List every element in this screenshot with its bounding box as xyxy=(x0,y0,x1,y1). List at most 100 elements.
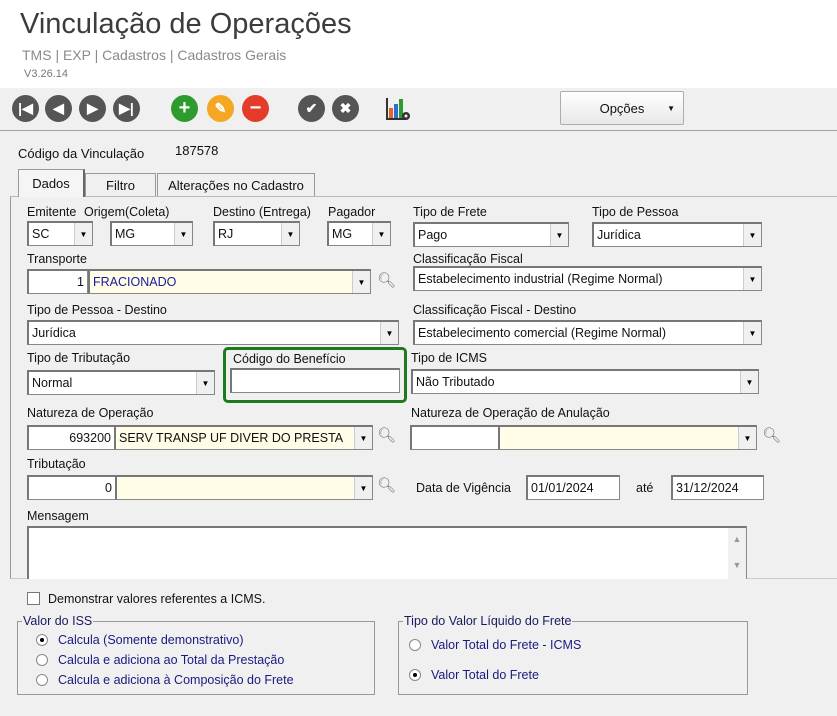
tipo-tributacao-select[interactable]: Normal ▼ xyxy=(27,370,215,395)
vigencia-to-input[interactable]: 31/12/2024 xyxy=(671,475,764,500)
search-icon[interactable]: 🔍︎ xyxy=(377,426,396,444)
vigencia-to-label: até xyxy=(636,481,654,495)
dropdown-arrow-icon[interactable]: ▼ xyxy=(352,271,370,293)
tipo-icms-value: Não Tributado xyxy=(416,375,495,389)
dropdown-arrow-icon[interactable]: ▼ xyxy=(354,477,372,499)
tipo-pessoa-label: Tipo de Pessoa xyxy=(592,205,679,219)
iss-option-1[interactable]: Calcula (Somente demonstrativo) xyxy=(58,633,244,647)
iss-radio-1[interactable] xyxy=(36,634,48,646)
tab-label: Alterações no Cadastro xyxy=(168,178,304,193)
tipo-pessoa-destino-value: Jurídica xyxy=(32,326,76,340)
report-settings-icon[interactable] xyxy=(386,96,412,122)
first-record-icon[interactable]: |◀ xyxy=(12,95,39,122)
edit-pencil-icon[interactable]: ✎ xyxy=(207,95,234,122)
search-icon[interactable]: 🔍︎ xyxy=(377,271,396,289)
options-button[interactable]: Opções ▼ xyxy=(560,91,684,125)
natureza-anulacao-select[interactable]: ▼ xyxy=(498,425,757,450)
next-record-icon[interactable]: ▶ xyxy=(79,95,106,122)
tipo-icms-label: Tipo de ICMS xyxy=(411,351,487,365)
vigencia-label: Data de Vigência xyxy=(416,481,511,495)
tributacao-select[interactable]: ▼ xyxy=(115,475,373,500)
cancel-x-icon[interactable]: ✖ xyxy=(332,95,359,122)
last-record-icon[interactable]: ▶| xyxy=(113,95,140,122)
tab-filtro[interactable]: Filtro xyxy=(85,173,156,197)
page-title: Vinculação de Operações xyxy=(20,8,352,40)
tipo-pessoa-destino-select[interactable]: Jurídica ▼ xyxy=(27,320,399,345)
dropdown-arrow-icon[interactable]: ▼ xyxy=(281,223,299,245)
previous-record-icon[interactable]: ◀ xyxy=(45,95,72,122)
codigo-beneficio-input[interactable] xyxy=(230,368,400,393)
dropdown-arrow-icon[interactable]: ▼ xyxy=(740,371,758,393)
tipo-frete-select[interactable]: Pago ▼ xyxy=(413,222,569,247)
icms-checkbox[interactable] xyxy=(27,592,40,605)
transporte-code-input[interactable]: 1 xyxy=(27,269,88,294)
classificacao-fiscal-label: Classificação Fiscal xyxy=(413,252,523,266)
pagador-select[interactable]: MG ▼ xyxy=(327,221,391,246)
dropdown-arrow-icon[interactable]: ▼ xyxy=(743,268,761,290)
record-code-value: 187578 xyxy=(175,143,219,158)
iss-option-2[interactable]: Calcula e adiciona ao Total da Prestação xyxy=(58,653,284,667)
liquido-option-2[interactable]: Valor Total do Frete xyxy=(431,668,539,682)
mensagem-textarea[interactable]: ▲ ▼ xyxy=(27,526,747,579)
natureza-code-input[interactable]: 693200 xyxy=(27,425,115,450)
iss-option-3[interactable]: Calcula e adiciona à Composição do Frete xyxy=(58,673,294,687)
add-icon[interactable]: + xyxy=(171,95,198,122)
header: Vinculação de Operações TMS | EXP | Cada… xyxy=(0,0,837,88)
chevron-down-icon: ▼ xyxy=(667,103,675,113)
origem-label: Origem(Coleta) xyxy=(84,205,170,219)
search-icon[interactable]: 🔍︎ xyxy=(762,426,781,444)
tipo-pessoa-destino-label: Tipo de Pessoa - Destino xyxy=(27,303,167,317)
dropdown-arrow-icon[interactable]: ▼ xyxy=(380,322,398,344)
destino-select[interactable]: RJ ▼ xyxy=(213,221,300,246)
origem-select[interactable]: MG ▼ xyxy=(110,221,193,246)
vigencia-from-input[interactable]: 01/01/2024 xyxy=(526,475,620,500)
tipo-pessoa-select[interactable]: Jurídica ▼ xyxy=(592,222,762,247)
dropdown-arrow-icon[interactable]: ▼ xyxy=(743,322,761,344)
tributacao-label: Tributação xyxy=(27,457,86,471)
tab-dados[interactable]: Dados xyxy=(18,169,85,197)
icms-checkbox-label: Demonstrar valores referentes a ICMS. xyxy=(48,592,266,606)
dropdown-arrow-icon[interactable]: ▼ xyxy=(74,223,92,245)
iss-radio-3[interactable] xyxy=(36,674,48,686)
dropdown-arrow-icon[interactable]: ▼ xyxy=(174,223,192,245)
scroll-up-icon[interactable]: ▲ xyxy=(728,534,746,544)
natureza-anulacao-code-input[interactable] xyxy=(410,425,499,450)
scrollbar[interactable]: ▲ ▼ xyxy=(728,528,746,579)
breadcrumb: TMS | EXP | Cadastros | Cadastros Gerais xyxy=(22,47,287,63)
liquido-legend: Tipo do Valor Líquido do Frete xyxy=(403,614,573,628)
tributacao-code-input[interactable]: 0 xyxy=(27,475,116,500)
iss-radio-2[interactable] xyxy=(36,654,48,666)
emitente-value: SC xyxy=(32,227,50,241)
dropdown-arrow-icon[interactable]: ▼ xyxy=(354,427,372,449)
scroll-down-icon[interactable]: ▼ xyxy=(728,560,746,570)
natureza-select[interactable]: SERV TRANSP UF DIVER DO PRESTA ▼ xyxy=(114,425,373,450)
tipo-pessoa-value: Jurídica xyxy=(597,228,641,242)
dropdown-arrow-icon[interactable]: ▼ xyxy=(550,224,568,246)
liquido-option-1[interactable]: Valor Total do Frete - ICMS xyxy=(431,638,581,652)
transporte-label: Transporte xyxy=(27,252,87,266)
dropdown-arrow-icon[interactable]: ▼ xyxy=(738,427,756,449)
natureza-value: SERV TRANSP UF DIVER DO PRESTA xyxy=(119,431,344,445)
version-label: V3.26.14 xyxy=(24,68,69,80)
dropdown-arrow-icon[interactable]: ▼ xyxy=(196,372,214,394)
tipo-icms-select[interactable]: Não Tributado ▼ xyxy=(411,369,759,394)
transporte-value: FRACIONADO xyxy=(93,275,177,289)
iss-legend: Valor do ISS xyxy=(22,614,94,628)
classificacao-fiscal-destino-select[interactable]: Estabelecimento comercial (Regime Normal… xyxy=(413,320,762,345)
emitente-select[interactable]: SC ▼ xyxy=(27,221,93,246)
liquido-radio-1[interactable] xyxy=(409,639,421,651)
natureza-label: Natureza de Operação xyxy=(27,406,154,420)
search-icon[interactable]: 🔍︎ xyxy=(377,476,396,494)
options-label: Opções xyxy=(599,100,645,116)
liquido-radio-2[interactable] xyxy=(409,669,421,681)
transporte-select[interactable]: FRACIONADO ▼ xyxy=(88,269,371,294)
classificacao-fiscal-select[interactable]: Estabelecimento industrial (Regime Norma… xyxy=(413,266,762,291)
dropdown-arrow-icon[interactable]: ▼ xyxy=(743,224,761,246)
confirm-check-icon[interactable]: ✔ xyxy=(298,95,325,122)
delete-icon[interactable]: − xyxy=(242,95,269,122)
dropdown-arrow-icon[interactable]: ▼ xyxy=(372,223,390,245)
tab-alteracoes[interactable]: Alterações no Cadastro xyxy=(157,173,315,197)
natureza-anulacao-label: Natureza de Operação de Anulação xyxy=(411,406,610,420)
destino-value: RJ xyxy=(218,227,234,241)
classificacao-fiscal-destino-value: Estabelecimento comercial (Regime Normal… xyxy=(418,326,666,340)
